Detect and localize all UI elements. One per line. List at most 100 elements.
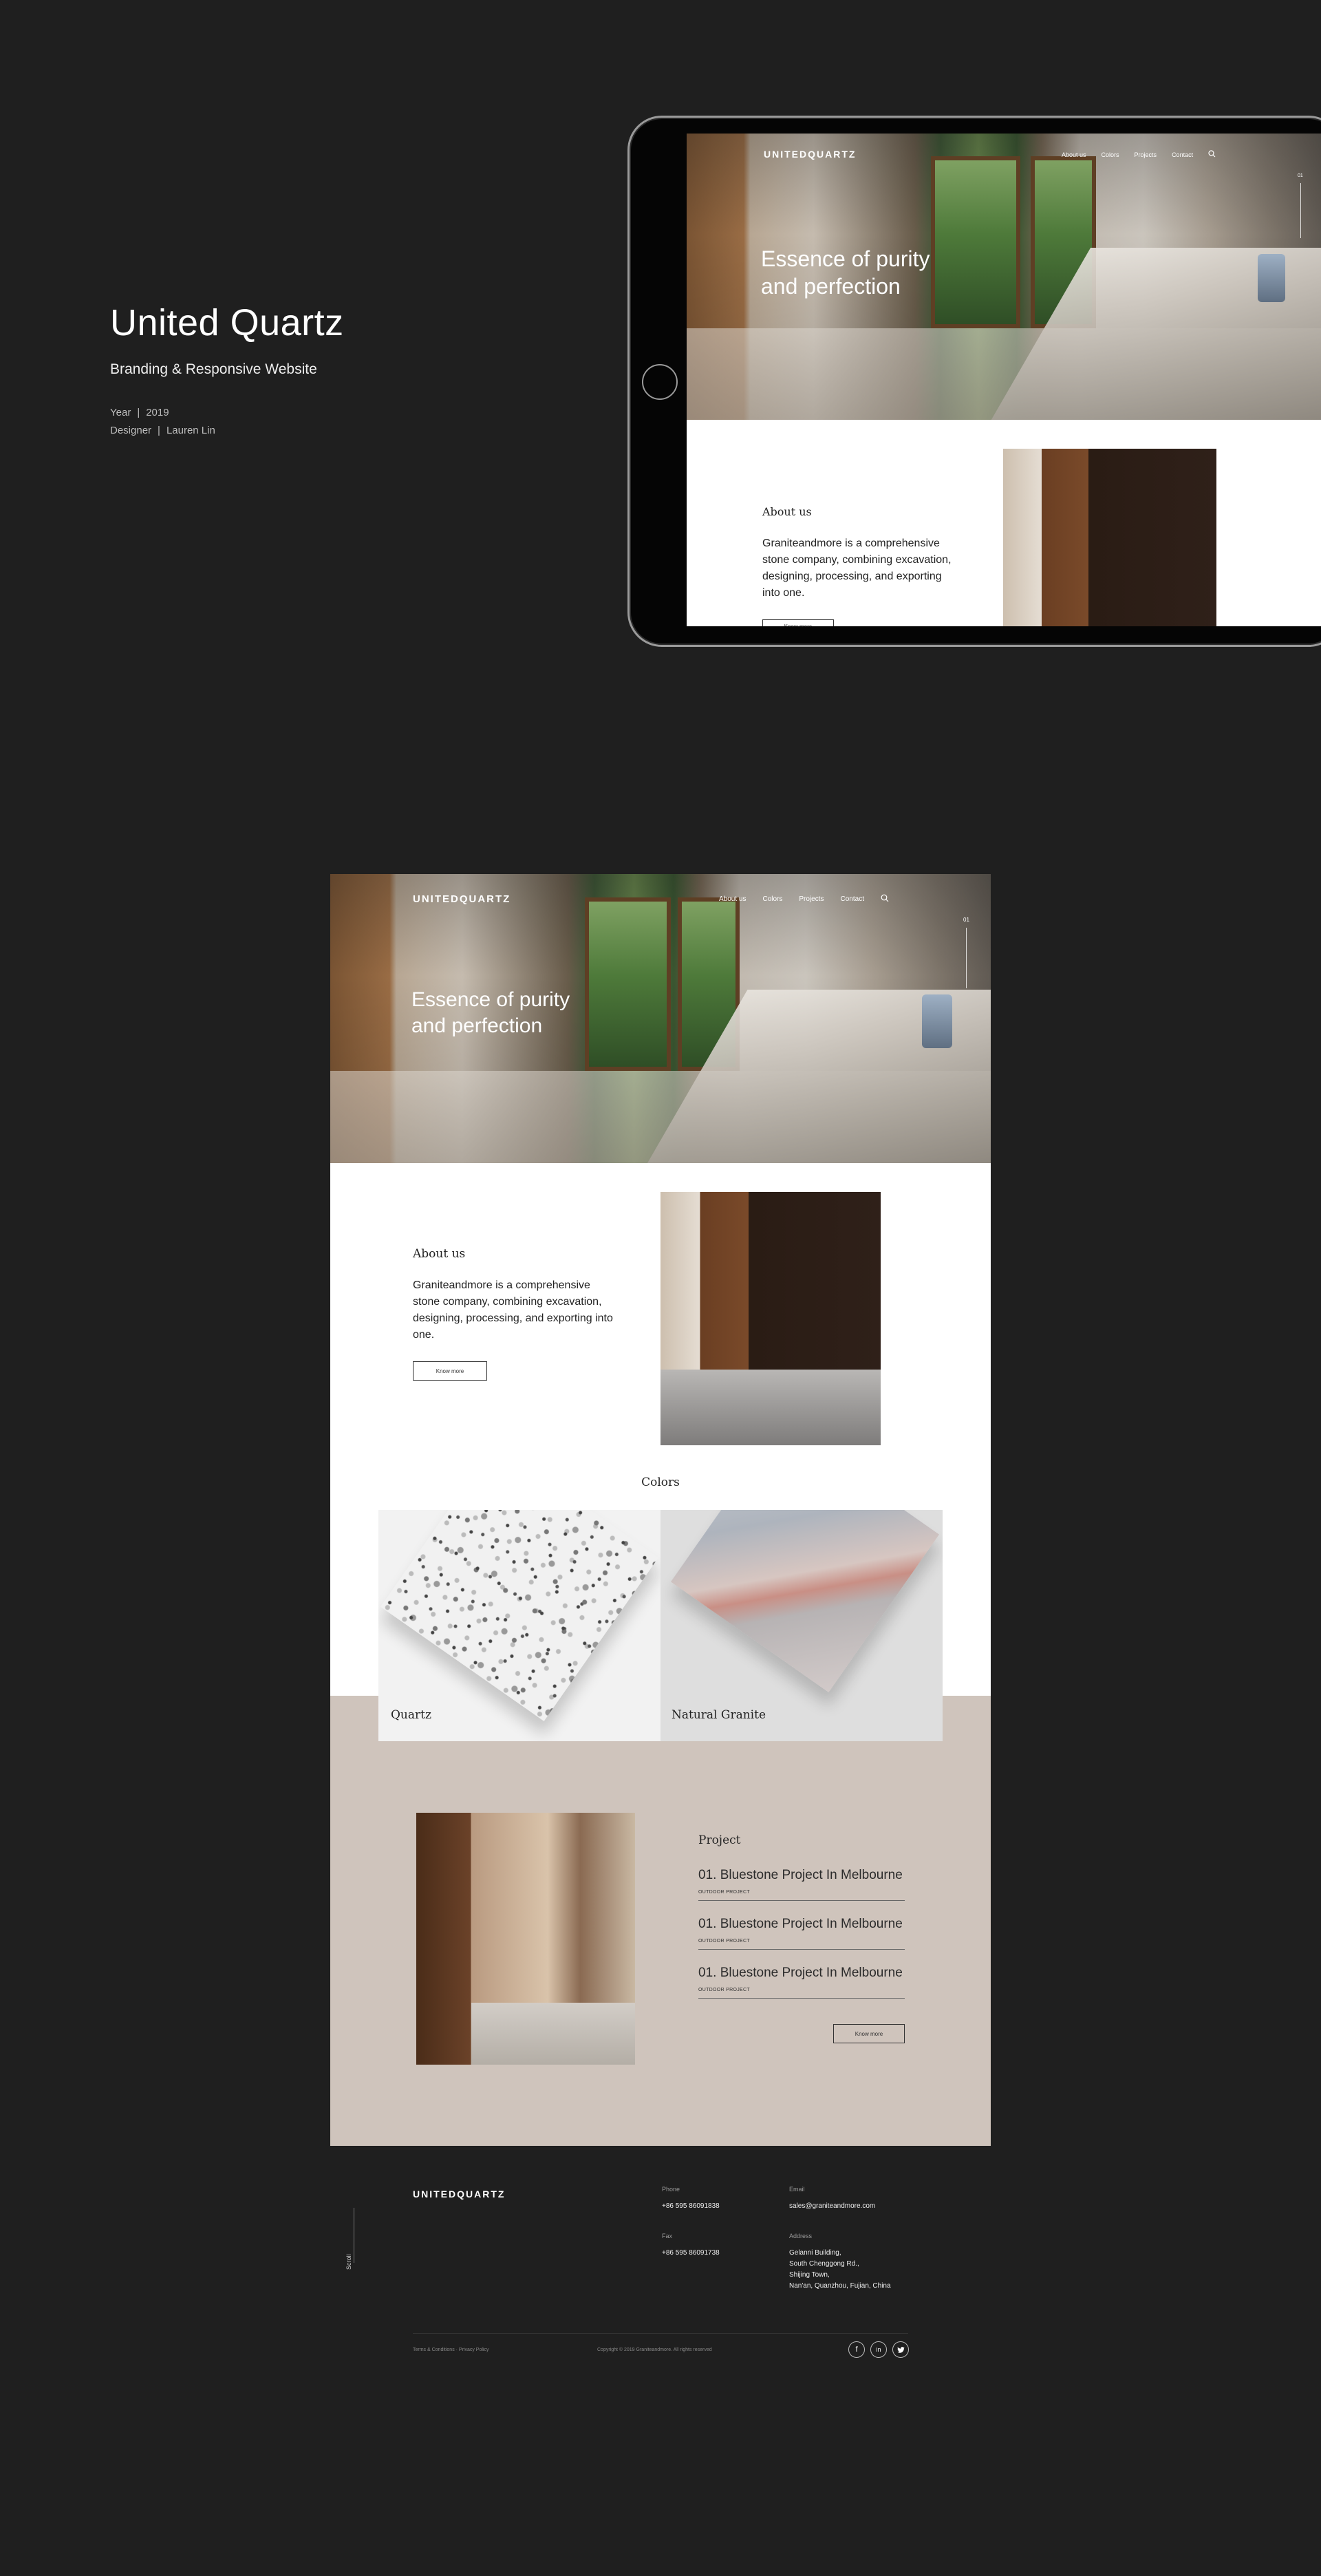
projects-heading: Project	[698, 1833, 741, 1847]
project-image	[416, 1813, 635, 2065]
year-row: Year | 2019	[110, 404, 495, 422]
project-intro: United Quartz Branding & Responsive Webs…	[110, 302, 495, 440]
year-value: 2019	[146, 407, 169, 419]
search-icon[interactable]	[1208, 150, 1216, 159]
address-line: Shijing Town,	[789, 2271, 830, 2279]
nav-colors[interactable]: Colors	[762, 895, 782, 903]
project-title: 01. Bluestone Project In Melbourne	[698, 1868, 903, 1882]
footer-divider	[413, 2333, 908, 2334]
divider	[698, 1949, 905, 1950]
divider	[698, 1998, 905, 1999]
email-value[interactable]: sales@graniteandmore.com	[789, 2201, 875, 2212]
about-image	[660, 1192, 881, 1445]
scroll-line	[966, 928, 967, 988]
scroll-indicator: 01	[963, 917, 969, 923]
projects-panel: Project 01. Bluestone Project In Melbour…	[698, 1833, 905, 2061]
site-nav: About us Colors Projects Contact	[1062, 150, 1216, 159]
color-card-label: Quartz	[391, 1708, 431, 1722]
about-image	[1003, 449, 1216, 626]
granite-slab	[671, 1510, 939, 1692]
about-heading: About us	[762, 505, 812, 518]
nav-colors[interactable]: Colors	[1102, 151, 1119, 158]
footer-terms[interactable]: Terms & Conditions · Privacy Policy	[413, 2348, 488, 2352]
footer-email: Email sales@graniteandmore.com	[789, 2186, 875, 2212]
footer-phone: Phone +86 595 86091838	[662, 2186, 720, 2212]
address-line: Gelanni Building,	[789, 2249, 841, 2257]
project-item[interactable]: 01. Bluestone Project In Melbourne OUTDO…	[698, 1868, 905, 1901]
about-heading: About us	[413, 1247, 466, 1261]
tablet-home-button	[642, 364, 678, 400]
scroll-label[interactable]: Scroll	[345, 2254, 352, 2270]
designer-row: Designer | Lauren Lin	[110, 422, 495, 440]
site-nav: About us Colors Projects Contact	[719, 894, 889, 904]
site-logo[interactable]: UNITEDQUARTZ	[413, 893, 511, 905]
hero-window	[931, 156, 1020, 328]
designer-label: Designer	[110, 425, 152, 437]
search-icon[interactable]	[881, 894, 889, 904]
projects-know-more-button[interactable]: Know more	[833, 2024, 905, 2043]
hero-title-line-1: Essence of purity	[411, 988, 570, 1011]
colors-heading: Colors	[641, 1476, 680, 1489]
color-card-quartz[interactable]: Quartz	[378, 1510, 660, 1741]
tablet-screen: UNITEDQUARTZ About us Colors Projects Co…	[687, 134, 1321, 626]
twitter-icon[interactable]	[892, 2341, 909, 2358]
phone-label: Phone	[662, 2186, 680, 2193]
countertop	[660, 1370, 881, 1445]
color-card-natural-granite[interactable]: Natural Granite	[660, 1510, 943, 1741]
color-card-label: Natural Granite	[672, 1708, 766, 1722]
footer-logo[interactable]: UNITEDQUARTZ	[413, 2189, 505, 2200]
separator: |	[158, 425, 160, 437]
hero-kettle	[922, 994, 952, 1048]
project-tag: OUTDOOR PROJECT	[698, 1939, 750, 1944]
nav-contact[interactable]: Contact	[841, 895, 864, 903]
footer-copyright: Copyright © 2019 Graniteandmore. All rig…	[597, 2348, 712, 2352]
quartz-slab	[380, 1510, 658, 1721]
website-mockup: UNITEDQUARTZ About us Colors Projects Co…	[330, 874, 991, 2146]
fax-label: Fax	[662, 2233, 673, 2239]
footer-fax: Fax +86 595 86091738	[662, 2233, 720, 2259]
footer: Scroll UNITEDQUARTZ Phone +86 595 860918…	[330, 2146, 991, 2373]
year-label: Year	[110, 407, 131, 419]
phone-value[interactable]: +86 595 86091838	[662, 2201, 720, 2212]
know-more-button[interactable]: Know more	[413, 1361, 487, 1381]
nav-contact[interactable]: Contact	[1172, 151, 1193, 158]
project-meta: Year | 2019 Designer | Lauren Lin	[110, 404, 495, 440]
address-line: South Chenggong Rd.,	[789, 2260, 859, 2268]
scroll-line	[1300, 183, 1301, 238]
hero-title-line-2: and perfection	[411, 1014, 543, 1037]
linkedin-icon[interactable]: in	[870, 2341, 887, 2358]
divider	[698, 1900, 905, 1901]
project-item[interactable]: 01. Bluestone Project In Melbourne OUTDO…	[698, 1917, 905, 1950]
nav-about[interactable]: About us	[719, 895, 746, 903]
hero-kettle	[1258, 254, 1285, 302]
hero-window	[585, 897, 671, 1071]
project-title: 01. Bluestone Project In Melbourne	[698, 1966, 903, 1980]
site-logo[interactable]: UNITEDQUARTZ	[764, 149, 856, 160]
address-label: Address	[789, 2233, 813, 2239]
hero-title-line-2: and perfection	[761, 274, 901, 299]
nav-projects[interactable]: Projects	[799, 895, 824, 903]
project-title: 01. Bluestone Project In Melbourne	[698, 1917, 903, 1931]
about-body: Graniteandmore is a comprehensive stone …	[762, 537, 952, 599]
project-subtitle: Branding & Responsive Website	[110, 361, 317, 378]
project-item[interactable]: 01. Bluestone Project In Melbourne OUTDO…	[698, 1966, 905, 1999]
address-value: Gelanni Building, South Chenggong Rd., S…	[789, 2248, 891, 2292]
about-body: Graniteandmore is a comprehensive stone …	[413, 1279, 613, 1341]
email-label: Email	[789, 2186, 805, 2193]
scroll-indicator: 01	[1298, 173, 1303, 178]
separator: |	[137, 407, 140, 419]
nav-projects[interactable]: Projects	[1135, 151, 1157, 158]
facebook-icon[interactable]: f	[848, 2341, 865, 2358]
address-line: Nan'an, Quanzhou, Fujian, China	[789, 2282, 891, 2290]
project-image-floor	[471, 2003, 635, 2065]
designer-value: Lauren Lin	[166, 425, 215, 437]
know-more-button[interactable]: Know more	[762, 619, 834, 626]
hero-title: Essence of purity and perfection	[761, 245, 930, 300]
project-tag: OUTDOOR PROJECT	[698, 1988, 750, 1992]
fax-value: +86 595 86091738	[662, 2249, 720, 2257]
hero-title: Essence of purity and perfection	[411, 987, 570, 1039]
nav-about[interactable]: About us	[1062, 151, 1086, 158]
footer-address: Address Gelanni Building, South Chenggon…	[789, 2233, 891, 2292]
hero-title-line-1: Essence of purity	[761, 246, 930, 271]
project-tag: OUTDOOR PROJECT	[698, 1890, 750, 1895]
